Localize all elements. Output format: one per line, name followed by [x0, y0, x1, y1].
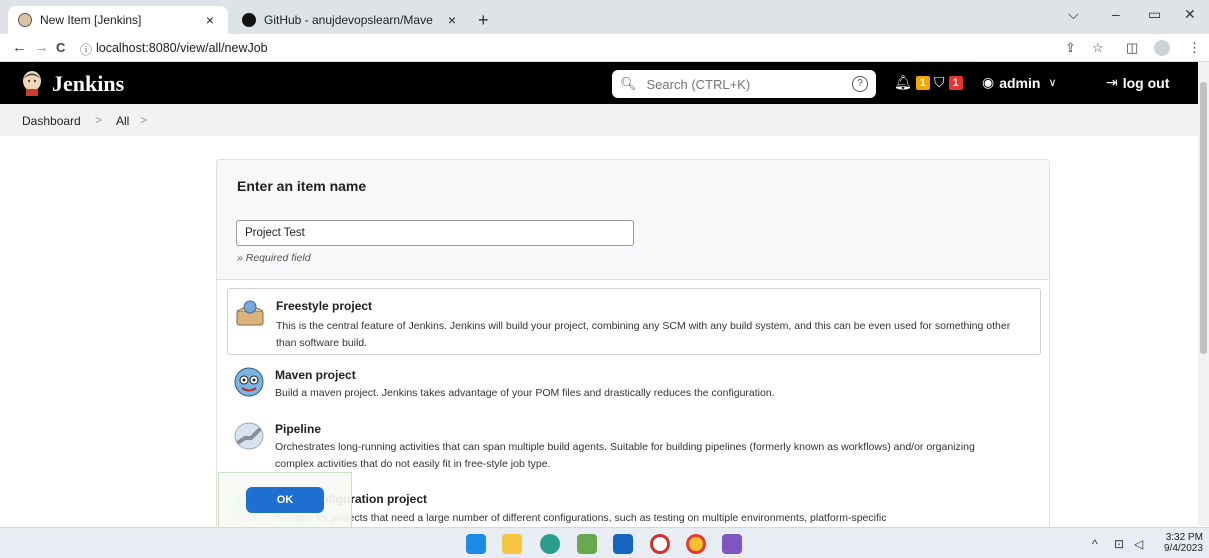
notifications-button[interactable]: 🔔︎ 1: [894, 74, 930, 91]
item-type-description: Suitable for projects that need a large …: [275, 512, 887, 524]
browser-menu-icon[interactable]: ⋮: [1188, 40, 1201, 56]
address-bar: ← → C ⓘ localhost:8080/view/all/newJob ⇪…: [0, 34, 1209, 62]
vscode-icon[interactable]: [722, 534, 742, 554]
jenkins-header: Jenkins 🔍︎ ? 🔔︎ 1 ⛉ 1 ◉ admin ∨ ⇥ log ou…: [0, 62, 1198, 104]
security-button[interactable]: ⛉ 1: [934, 74, 963, 91]
jenkins-brand[interactable]: Jenkins: [52, 71, 124, 97]
network-icon[interactable]: ⊡: [1114, 537, 1124, 551]
side-panel-icon[interactable]: ◫: [1126, 40, 1138, 56]
item-type-title: Maven project: [275, 368, 356, 382]
widget-app-icon[interactable]: [577, 534, 597, 554]
bookmark-star-icon[interactable]: ☆: [1092, 40, 1104, 56]
chevron-down-icon: ∨: [1048, 77, 1057, 89]
item-type-description: This is the central feature of Jenkins. …: [276, 320, 1011, 349]
new-tab-button[interactable]: +: [478, 10, 489, 31]
close-tab-icon[interactable]: ×: [202, 12, 218, 28]
breadcrumb-all[interactable]: All: [116, 114, 129, 128]
freestyle-icon: [236, 300, 264, 326]
tab-search-icon[interactable]: ⌵: [1068, 6, 1079, 23]
share-icon[interactable]: ⇪: [1065, 40, 1076, 56]
item-type-description: Orchestrates long-running activities tha…: [275, 441, 975, 470]
item-type-description: Build a maven project. Jenkins takes adv…: [275, 387, 775, 399]
ok-panel: OK: [218, 472, 352, 528]
close-window-button[interactable]: ✕: [1184, 6, 1196, 23]
breadcrumb-separator: >: [95, 113, 103, 127]
help-icon[interactable]: ?: [852, 76, 868, 92]
tab-title: GitHub - anujdevopslearn/Mave: [264, 13, 433, 27]
item-type-freestyle[interactable]: Freestyle project This is the central fe…: [227, 288, 1041, 355]
breadcrumb: Dashboard > All >: [0, 104, 1198, 136]
site-info-icon[interactable]: ⓘ: [80, 41, 92, 58]
clock-date: 9/4/2023: [1164, 543, 1203, 554]
maven-icon: [234, 367, 264, 397]
chrome-icon[interactable]: [686, 534, 706, 554]
url-text[interactable]: localhost:8080/view/all/newJob: [96, 41, 268, 55]
pipeline-icon: [234, 422, 264, 450]
volume-icon[interactable]: ◁: [1134, 537, 1143, 551]
item-name-input[interactable]: [236, 220, 634, 246]
github-favicon-icon: [242, 13, 256, 27]
os-taskbar: ^ ⊡ ◁ 3:32 PM 9/4/2023: [0, 527, 1209, 558]
item-type-title: Pipeline: [275, 422, 322, 436]
breadcrumb-separator[interactable]: >: [140, 113, 147, 127]
close-tab-icon[interactable]: ×: [444, 12, 460, 28]
restore-button[interactable]: ▭: [1148, 6, 1161, 23]
reload-button[interactable]: C: [56, 40, 65, 55]
logout-icon: ⇥: [1106, 74, 1118, 90]
edge-browser-icon[interactable]: [540, 534, 560, 554]
profile-avatar-icon[interactable]: [1154, 40, 1170, 56]
item-type-maven[interactable]: Maven project Build a maven project. Jen…: [227, 358, 1041, 408]
notifications-badge: 1: [915, 75, 930, 90]
search-input[interactable]: [646, 76, 827, 92]
item-name-label: Enter an item name: [237, 178, 367, 194]
search-box[interactable]: 🔍︎ ?: [612, 70, 876, 98]
breadcrumb-dashboard[interactable]: Dashboard: [22, 114, 81, 128]
clock-time: 3:32 PM: [1165, 532, 1203, 543]
shield-icon: ⛉: [934, 74, 945, 90]
search-icon: 🔍︎: [620, 76, 637, 91]
item-type-title: Freestyle project: [276, 299, 373, 313]
logout-label: log out: [1122, 74, 1170, 91]
tray-chevron-icon[interactable]: ^: [1092, 537, 1098, 551]
store-icon[interactable]: [613, 534, 633, 554]
page-scrollbar[interactable]: [1198, 62, 1209, 526]
forward-button[interactable]: →: [34, 39, 49, 56]
system-clock[interactable]: 3:32 PM 9/4/2023: [1164, 532, 1203, 554]
security-badge: 1: [948, 75, 963, 90]
scrollbar-thumb[interactable]: [1200, 82, 1207, 354]
jenkins-favicon-icon: [18, 13, 32, 27]
bell-icon: 🔔︎: [894, 74, 912, 90]
logout-button[interactable]: ⇥ log out: [1106, 74, 1169, 91]
user-icon: ◉: [982, 74, 995, 90]
jenkins-logo-icon[interactable]: [20, 70, 44, 96]
item-type-pipeline[interactable]: Pipeline Orchestrates long-running activ…: [227, 412, 1041, 478]
required-field-hint: » Required field: [237, 252, 311, 264]
file-explorer-icon[interactable]: [502, 534, 522, 554]
windows-start-icon[interactable]: [466, 534, 486, 554]
tab-github[interactable]: GitHub - anujdevopslearn/Mave ×: [232, 6, 470, 34]
browser-tab-bar: New Item [Jenkins] × GitHub - anujdevops…: [0, 0, 1209, 34]
user-name: admin: [999, 74, 1041, 91]
opera-icon[interactable]: [650, 534, 670, 554]
user-menu[interactable]: ◉ admin ∨: [982, 74, 1057, 91]
ok-button[interactable]: OK: [246, 487, 324, 513]
back-button[interactable]: ←: [12, 39, 27, 56]
tab-title: New Item [Jenkins]: [40, 13, 142, 27]
minimize-button[interactable]: –: [1112, 6, 1120, 22]
tab-new-item[interactable]: New Item [Jenkins] ×: [8, 6, 228, 34]
